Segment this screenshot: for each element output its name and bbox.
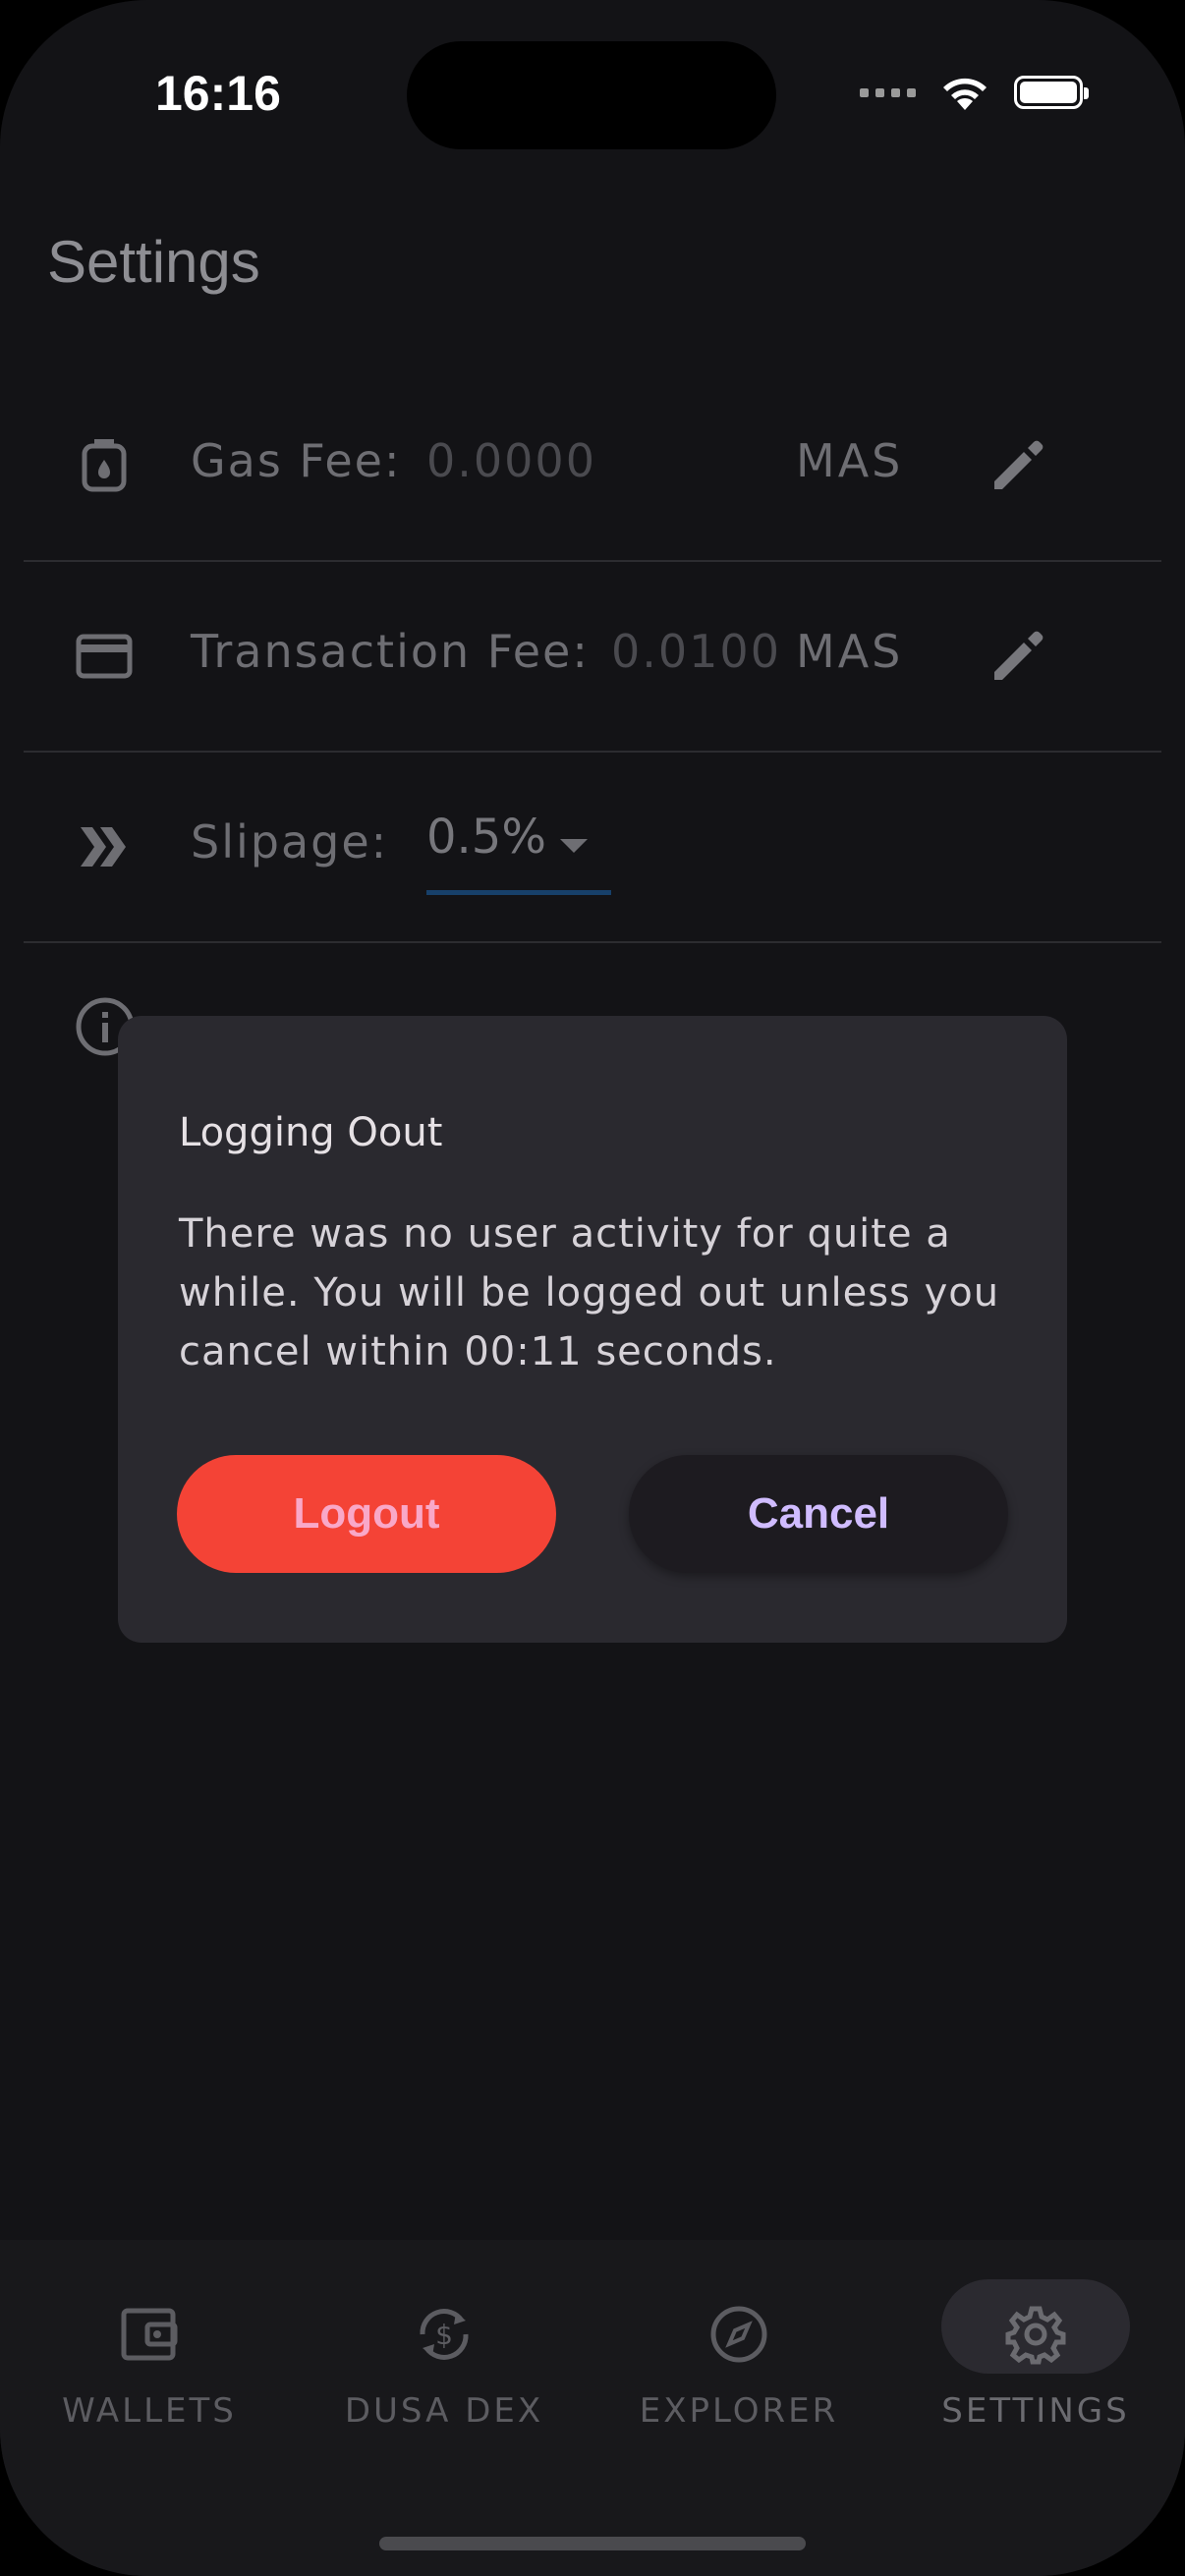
exchange-dollar-icon: $ (420, 2309, 469, 2360)
gas-fee-value[interactable]: 0.0000 (426, 434, 596, 487)
slippage-row: Slipage: 0.5% (24, 753, 1161, 943)
transaction-fee-row: Transaction Fee: 0.0100 MAS (24, 562, 1161, 753)
svg-text:$: $ (435, 2319, 453, 2351)
battery-icon (1014, 76, 1089, 109)
edit-gas-fee-icon[interactable] (987, 434, 1049, 497)
nav-item-dusa-dex[interactable]: $ DUSA DEX (297, 2240, 592, 2466)
edit-transaction-fee-icon[interactable] (987, 625, 1049, 688)
slippage-underline (426, 890, 611, 895)
status-icons (860, 73, 1089, 112)
transaction-fee-unit: MAS (796, 625, 904, 678)
credit-card-icon (76, 634, 133, 679)
wallet-icon (121, 2308, 178, 2361)
nav-label-explorer: EXPLORER (639, 2391, 839, 2431)
gas-fee-unit: MAS (796, 434, 904, 487)
dynamic-island (407, 41, 776, 149)
gas-icon (82, 439, 127, 492)
nav-item-explorer[interactable]: EXPLORER (592, 2240, 886, 2466)
nav-label-wallets: WALLETS (62, 2391, 237, 2431)
cancel-button[interactable]: Cancel (629, 1455, 1008, 1573)
bottom-navigation: WALLETS $ DUSA DEX EXPLORER SETTINGS (0, 2240, 1185, 2576)
home-indicator (379, 2537, 806, 2550)
cellular-signal-icon (860, 87, 916, 97)
gas-fee-row: Gas Fee: 0.0000 MAS (24, 371, 1161, 562)
nav-item-wallets[interactable]: WALLETS (2, 2240, 297, 2466)
compass-icon (710, 2306, 767, 2363)
phone-screen: 16:16 Settings Gas Fee: 0.0000 MAS Trans… (0, 0, 1185, 2576)
nav-label-settings: SETTINGS (941, 2391, 1130, 2431)
chevron-down-icon[interactable] (560, 839, 588, 853)
gas-fee-label: Gas Fee: (191, 434, 402, 487)
double-chevron-right-icon (81, 827, 126, 867)
nav-item-settings[interactable]: SETTINGS (888, 2240, 1183, 2466)
logout-dialog: Logging Oout There was no user activity … (118, 1016, 1067, 1643)
slippage-label: Slipage: (191, 815, 389, 868)
transaction-fee-label: Transaction Fee: (191, 625, 590, 678)
nav-label-dusa-dex: DUSA DEX (344, 2391, 544, 2431)
gear-icon (1005, 2306, 1066, 2365)
status-time: 16:16 (155, 66, 281, 121)
dialog-title: Logging Oout (179, 1110, 443, 1155)
page-title: Settings (47, 229, 260, 295)
transaction-fee-value[interactable]: 0.0100 (611, 625, 781, 678)
slippage-dropdown[interactable]: 0.5% (426, 810, 546, 865)
wifi-icon (943, 78, 987, 110)
logout-button[interactable]: Logout (177, 1455, 556, 1573)
dialog-message: There was no user activity for quite a w… (179, 1211, 1000, 1374)
